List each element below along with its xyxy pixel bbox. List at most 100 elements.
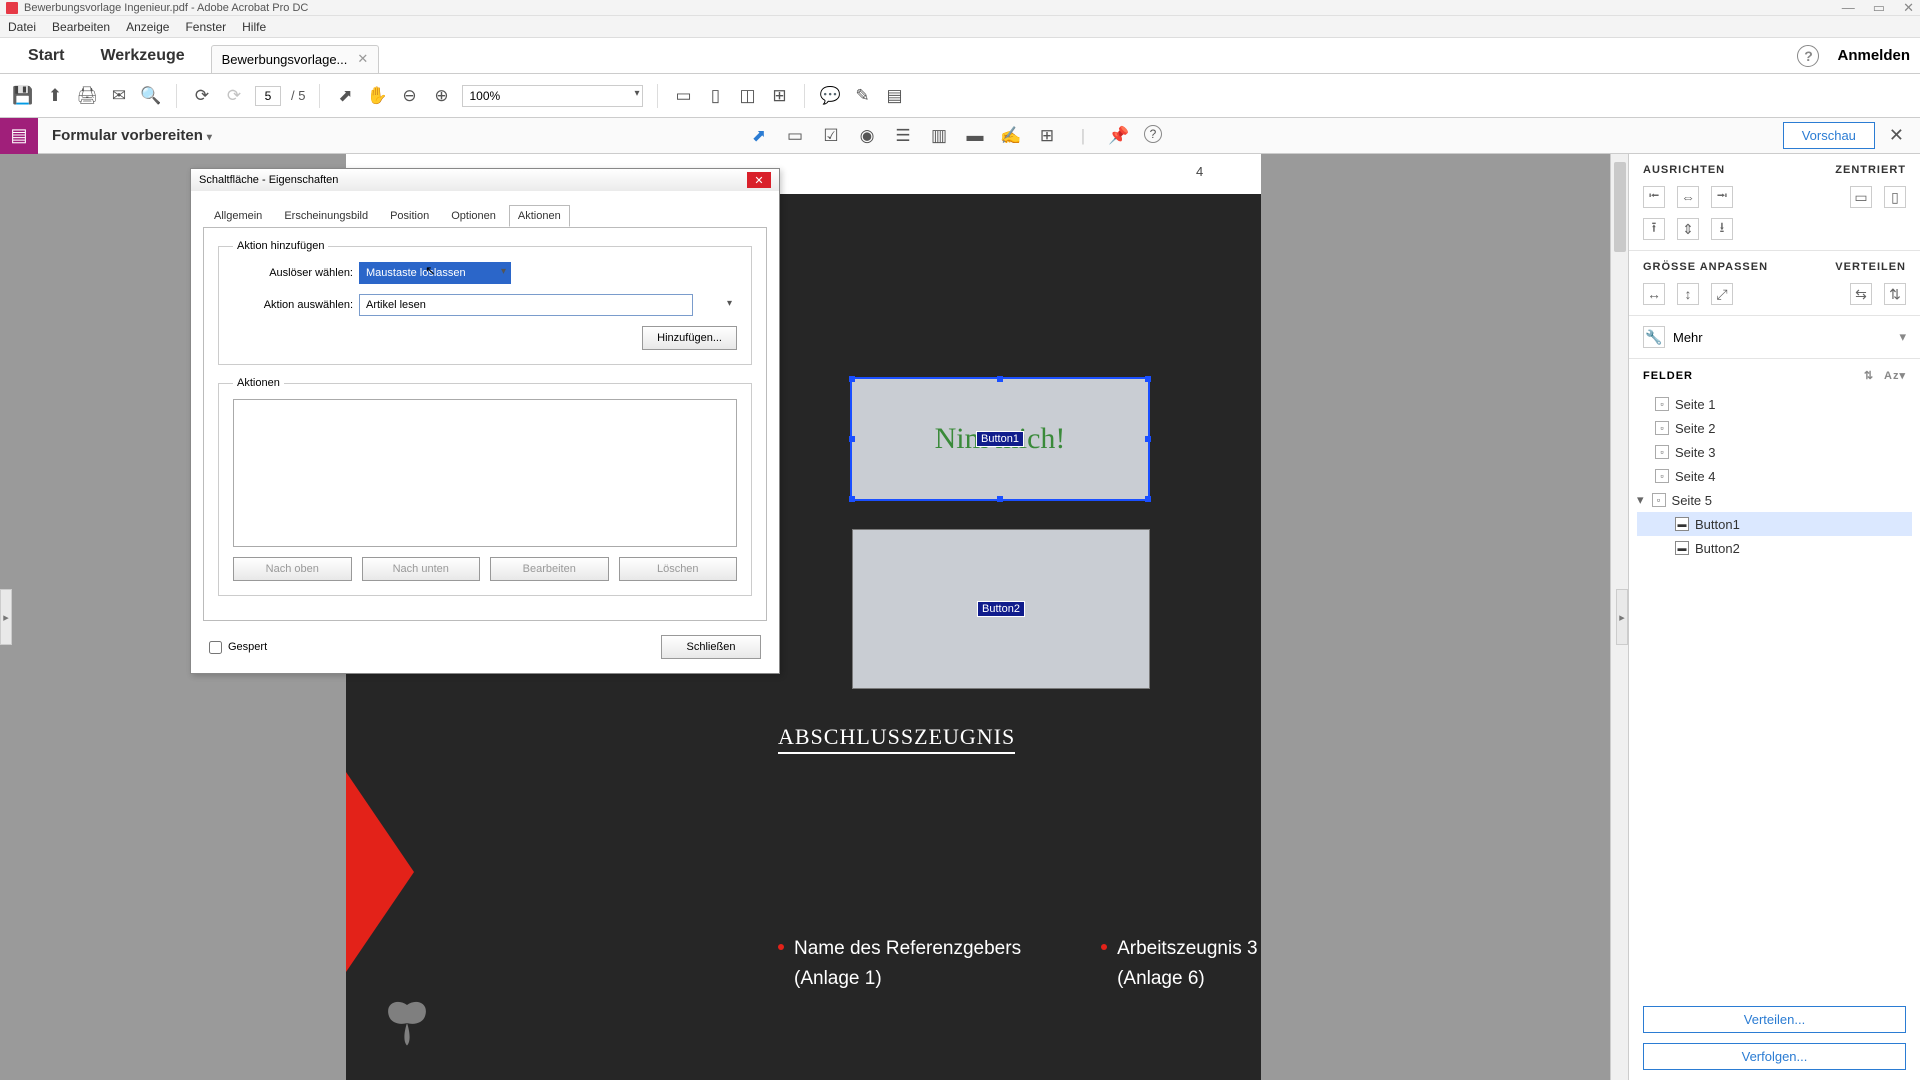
trigger-select[interactable] [359, 262, 511, 284]
field-node-button2[interactable]: ▬Button2 [1637, 536, 1912, 560]
doc-tab-close-icon[interactable]: ✕ [357, 51, 368, 67]
distribute-horiz-icon[interactable]: ⇆ [1850, 283, 1872, 305]
actions-fieldset: Aktionen Nach oben Nach unten Bearbeiten… [218, 377, 752, 596]
center-vert-icon[interactable]: ▯ [1884, 186, 1906, 208]
distribute-vert-icon[interactable]: ⇅ [1884, 283, 1906, 305]
tab-werkzeuge[interactable]: Werkzeuge [82, 39, 202, 73]
barcode-tool-icon[interactable]: ⊞ [1036, 125, 1058, 147]
mail-icon[interactable]: ✉ [108, 85, 130, 107]
signature-tool-icon[interactable]: ✍ [1000, 125, 1022, 147]
menu-bearbeiten[interactable]: Bearbeiten [52, 20, 110, 34]
form-field-button2[interactable]: Button2 [852, 529, 1150, 689]
action-select[interactable] [359, 294, 693, 316]
more-dropdown[interactable]: 🔧 Mehr ▾ [1629, 316, 1920, 359]
center-horiz-icon[interactable]: ▭ [1850, 186, 1872, 208]
edit-button[interactable]: Bearbeiten [490, 557, 609, 581]
delete-button[interactable]: Löschen [619, 557, 738, 581]
az-sort-icon[interactable]: Aᴢ▾ [1884, 369, 1906, 382]
page-node-expanded[interactable]: ▾▫Seite 5 [1637, 488, 1912, 512]
align-bottom-icon[interactable]: ⭳ [1711, 218, 1733, 240]
fit-page-icon[interactable]: ▯ [704, 85, 726, 107]
menu-anzeige[interactable]: Anzeige [126, 20, 169, 34]
checkbox-tool-icon[interactable]: ☑ [820, 125, 842, 147]
crop-icon[interactable]: ◫ [736, 85, 758, 107]
align-center-icon[interactable]: ⇔ [1677, 186, 1699, 208]
tab-position[interactable]: Position [381, 205, 438, 227]
page-node[interactable]: ▫Seite 4 [1637, 464, 1912, 488]
radiobutton-tool-icon[interactable]: ◉ [856, 125, 878, 147]
fit-width-icon[interactable]: ▭ [672, 85, 694, 107]
page-node[interactable]: ▫Seite 3 [1637, 440, 1912, 464]
page-node[interactable]: ▫Seite 2 [1637, 416, 1912, 440]
textfield-tool-icon[interactable]: ▭ [784, 125, 806, 147]
preview-button[interactable]: Vorschau [1783, 122, 1875, 149]
match-width-icon[interactable]: ↔ [1643, 283, 1665, 305]
titlebar: Bewerbungsvorlage Ingenieur.pdf - Adobe … [0, 0, 1920, 16]
print-icon[interactable]: 🖨 [76, 85, 98, 107]
pin-tool-icon[interactable]: 📌 [1108, 125, 1130, 147]
help-tool-icon[interactable]: ? [1144, 125, 1162, 143]
align-right-icon[interactable]: ⭲ [1711, 186, 1733, 208]
align-top-icon[interactable]: ⭱ [1643, 218, 1665, 240]
search-icon[interactable]: 🔍 [140, 85, 162, 107]
right-panel-collapse-icon[interactable]: ▸ [1616, 589, 1628, 645]
left-panel-collapse-icon[interactable]: ▸ [0, 589, 12, 645]
tab-allgemein[interactable]: Allgemein [205, 205, 271, 227]
tab-document[interactable]: Bewerbungsvorlage... ✕ [211, 45, 380, 73]
align-left-icon[interactable]: ⭰ [1643, 186, 1665, 208]
select-tool-icon[interactable]: ⬈ [334, 85, 356, 107]
move-up-button[interactable]: Nach oben [233, 557, 352, 581]
tab-erscheinungsbild[interactable]: Erscheinungsbild [275, 205, 377, 227]
move-down-button[interactable]: Nach unten [362, 557, 481, 581]
tab-optionen[interactable]: Optionen [442, 205, 505, 227]
match-both-icon[interactable]: ⤢ [1711, 283, 1733, 305]
close-form-mode-icon[interactable]: ✕ [1889, 125, 1904, 146]
locked-checkbox[interactable]: Gespert [209, 641, 267, 654]
close-button[interactable]: Schließen [661, 635, 761, 659]
zoom-out-icon[interactable]: ⊖ [398, 85, 420, 107]
window-maximize-icon[interactable]: ▭ [1873, 0, 1885, 16]
hand-tool-icon[interactable]: ✋ [366, 85, 388, 107]
dialog-titlebar[interactable]: Schaltfläche - Eigenschaften ✕ [191, 169, 779, 191]
menubar: Datei Bearbeiten Anzeige Fenster Hilfe [0, 16, 1920, 38]
signin-link[interactable]: Anmelden [1837, 47, 1910, 64]
highlight-icon[interactable]: ✎ [851, 85, 873, 107]
locked-checkbox-input[interactable] [209, 641, 222, 654]
menu-fenster[interactable]: Fenster [185, 20, 226, 34]
comment-icon[interactable]: 💬 [819, 85, 841, 107]
menu-datei[interactable]: Datei [8, 20, 36, 34]
form-mode-icon[interactable]: ▤ [0, 118, 38, 154]
field-node-button1[interactable]: ▬Button1 [1637, 512, 1912, 536]
save-icon[interactable]: 💾 [12, 85, 34, 107]
page-number-input[interactable] [255, 86, 281, 106]
form-mode-label[interactable]: Formular vorbereiten [38, 127, 226, 144]
tab-start[interactable]: Start [10, 39, 82, 73]
cloud-icon[interactable]: ⬆ [44, 85, 66, 107]
menu-hilfe[interactable]: Hilfe [242, 20, 266, 34]
help-icon[interactable]: ? [1797, 45, 1819, 67]
actions-listbox[interactable] [233, 399, 737, 547]
dialog-title: Schaltfläche - Eigenschaften [199, 174, 338, 186]
align-middle-icon[interactable]: ⇕ [1677, 218, 1699, 240]
dropdown-tool-icon[interactable]: ▥ [928, 125, 950, 147]
page-down-icon[interactable]: ⟳ [223, 85, 245, 107]
sort-icon[interactable]: ⇅ [1864, 369, 1874, 382]
window-close-icon[interactable]: ✕ [1903, 0, 1914, 16]
match-height-icon[interactable]: ↕ [1677, 283, 1699, 305]
dialog-close-icon[interactable]: ✕ [747, 172, 771, 188]
track-button[interactable]: Verfolgen... [1643, 1043, 1906, 1070]
button-tool-icon[interactable]: ▬ [964, 125, 986, 147]
zoom-select[interactable] [462, 85, 643, 107]
listbox-tool-icon[interactable]: ☰ [892, 125, 914, 147]
sign-icon[interactable]: ▤ [883, 85, 905, 107]
tab-aktionen[interactable]: Aktionen [509, 205, 570, 227]
page-node[interactable]: ▫Seite 1 [1637, 392, 1912, 416]
read-mode-icon[interactable]: ⊞ [768, 85, 790, 107]
zoom-in-icon[interactable]: ⊕ [430, 85, 452, 107]
add-button[interactable]: Hinzufügen... [642, 326, 737, 350]
window-minimize-icon[interactable]: ― [1842, 0, 1855, 16]
page-up-icon[interactable]: ⟳ [191, 85, 213, 107]
distribute-button[interactable]: Verteilen... [1643, 1006, 1906, 1033]
selection-tool-icon[interactable]: ⬈ [748, 125, 770, 147]
form-field-button1[interactable]: Nim mich! Button1 [850, 377, 1150, 501]
